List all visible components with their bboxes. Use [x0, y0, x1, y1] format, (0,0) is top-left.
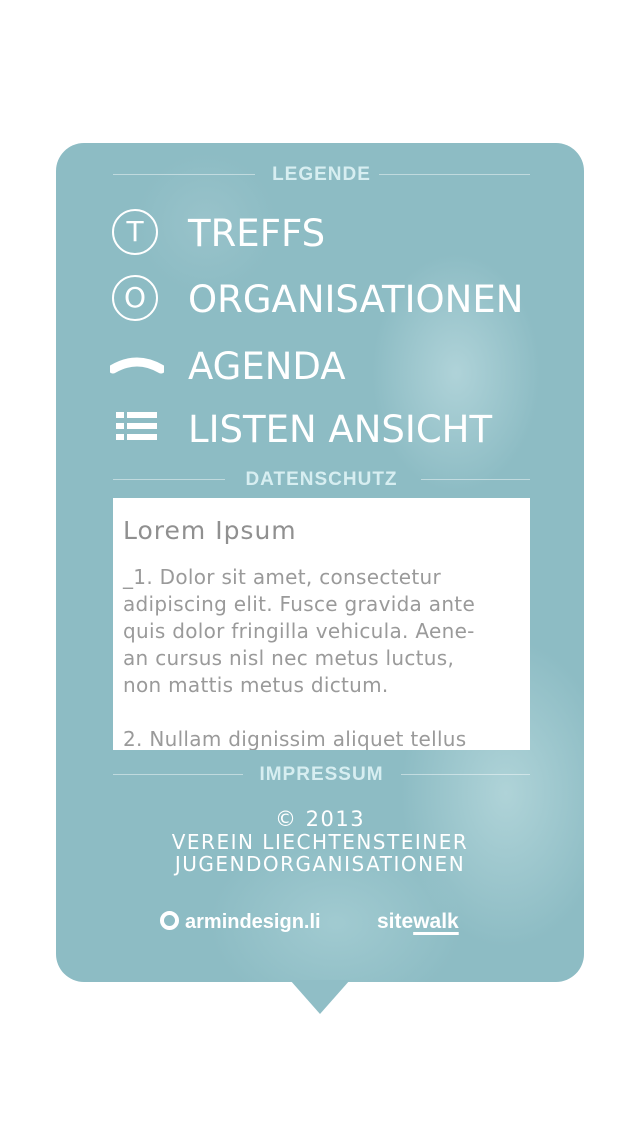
legend-item-label: LISTEN ANSICHT [188, 408, 493, 451]
sitewalk-label-walk: walk [413, 910, 459, 933]
sitewalk-link[interactable]: sitewalk [377, 908, 459, 936]
organisation-name-line2: JUGENDORGANISATIONEN [174, 852, 466, 876]
privacy-text-box[interactable]: Lorem Ipsum _1. Dolor sit amet, consecte… [113, 498, 530, 750]
imprint-section-label: IMPRESSUM [259, 764, 384, 785]
organisation-name-line1: VEREIN LIECHTENSTEINER [171, 830, 469, 854]
arc-icon [108, 339, 166, 391]
legend-section-label: LEGENDE [272, 164, 371, 185]
privacy-section-header: DATENSCHUTZ [113, 468, 530, 492]
imprint-section-header: IMPRESSUM [113, 763, 530, 787]
legend-item-label: AGENDA [188, 345, 346, 388]
armindesign-logo-icon [160, 911, 179, 930]
armindesign-link[interactable]: armindesign.li [160, 908, 321, 936]
armindesign-label: armindesign.li [185, 911, 321, 933]
list-icon [110, 402, 162, 454]
privacy-title: Lorem Ipsum [123, 516, 297, 545]
legend-item-label: ORGANISATIONEN [188, 278, 524, 321]
card-pointer [290, 980, 350, 1014]
circle-t-icon: T [110, 206, 162, 258]
legend-section-header: LEGENDE [113, 163, 530, 187]
privacy-section-label: DATENSCHUTZ [245, 469, 398, 490]
circle-o-icon: O [110, 272, 162, 324]
copyright-text: © 2013 [274, 807, 366, 831]
sitewalk-label-site: site [377, 910, 414, 933]
privacy-body: _1. Dolor sit amet, consectetur adipisci… [123, 565, 476, 750]
legend-item-label: TREFFS [188, 212, 326, 255]
